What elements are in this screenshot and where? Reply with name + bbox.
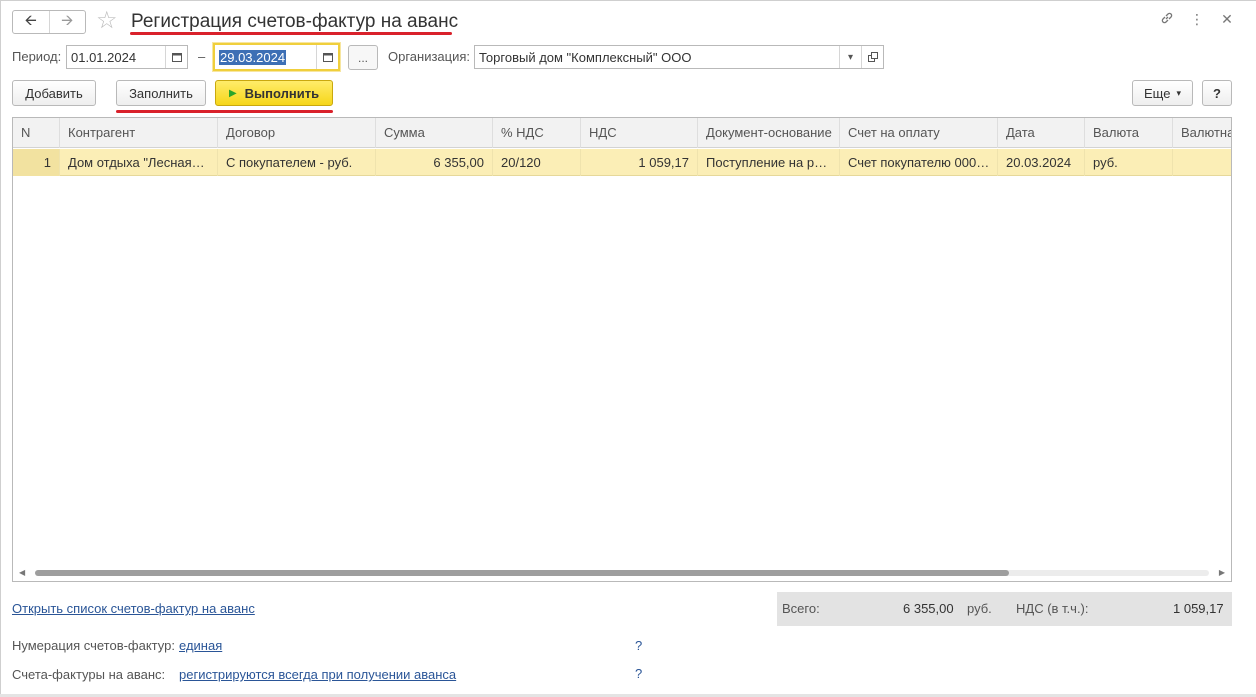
chevron-down-icon: ▾ [1176,87,1181,98]
numbering-label: Нумерация счетов-фактур: [12,638,175,653]
period-dash: – [198,49,206,64]
arrow-left-icon[interactable]: 🡨 [13,11,49,33]
column-header-vat-rate[interactable]: % НДС [493,118,581,148]
run-button-label: Выполнить [244,85,320,101]
help-button[interactable]: ? [1202,80,1232,106]
column-header-date[interactable]: Дата [998,118,1085,148]
cell-sum[interactable]: 6 355,00 [376,149,493,176]
invoices-table[interactable]: N Контрагент Договор Сумма % НДС НДС Док… [12,117,1232,582]
period-to-field[interactable]: 29.03.2024 [213,43,340,71]
column-header-currency-sum[interactable]: Валютна [1173,118,1231,148]
open-icon[interactable] [861,46,883,68]
toolbar-underline [116,110,333,113]
more-button-label: Еще [1144,85,1171,101]
cell-date[interactable]: 20.03.2024 [998,149,1085,176]
period-label: Период: [12,49,62,64]
cell-currency-sum[interactable] [1173,149,1231,176]
totals-panel: Всего: 6 355,00 руб. НДС (в т.ч.): 1 059… [777,592,1232,626]
run-button[interactable]: ▶ Выполнить [215,80,333,106]
numbering-link[interactable]: единая [179,637,222,655]
navigation-buttons: 🡨 🡪 [12,10,86,34]
numbering-help-icon[interactable]: ? [635,637,642,655]
cell-invoice[interactable]: Счет покупателю 000… [840,149,998,176]
open-invoices-list-link[interactable]: Открыть список счетов-фактур на аванс [12,600,255,618]
window-actions: ⋮ ✕ [1160,11,1234,28]
scroll-thumb[interactable] [35,570,1009,576]
cell-n[interactable]: 1 [13,149,60,176]
table-row[interactable]: 1 Дом отдыха "Лесная… С покупателем - ру… [13,149,1231,176]
title-underline [130,32,452,35]
arrow-right-icon[interactable]: 🡪 [48,11,86,33]
calendar-icon[interactable] [165,46,187,68]
more-button[interactable]: Еще ▾ [1132,80,1193,106]
vat-total-value: 1 059,17 [1173,601,1224,616]
column-header-sum[interactable]: Сумма [376,118,493,148]
cell-contract[interactable]: С покупателем - руб. [218,149,376,176]
period-from-value[interactable]: 01.01.2024 [67,50,165,65]
organization-value[interactable]: Торговый дом "Комплексный" ООО [475,50,839,65]
more-vertical-icon[interactable]: ⋮ [1190,11,1204,28]
chevron-down-icon[interactable]: ▾ [839,46,861,68]
fill-button[interactable]: Заполнить [116,80,206,106]
cell-base-doc[interactable]: Поступление на р… [698,149,840,176]
table-header: N Контрагент Договор Сумма % НДС НДС Док… [13,118,1231,148]
scroll-left-icon[interactable]: ◀ [19,565,25,581]
total-label: Всего: [782,601,820,616]
advance-help-icon[interactable]: ? [635,665,642,683]
calendar-icon[interactable] [316,45,338,69]
cell-vat[interactable]: 1 059,17 [581,149,698,176]
column-header-counterparty[interactable]: Контрагент [60,118,218,148]
cell-vat-rate[interactable]: 20/120 [493,149,581,176]
play-icon: ▶ [228,87,237,99]
column-header-invoice[interactable]: Счет на оплату [840,118,998,148]
period-select-button[interactable]: ... [348,45,378,70]
vat-total-label: НДС (в т.ч.): [1016,601,1089,616]
star-icon[interactable]: ☆ [96,7,118,35]
advance-label: Счета-фактуры на аванс: [12,667,166,682]
column-header-base-doc[interactable]: Документ-основание [698,118,840,148]
advance-link[interactable]: регистрируются всегда при получении аван… [179,666,456,684]
organization-field[interactable]: Торговый дом "Комплексный" ООО ▾ [474,45,884,69]
column-header-contract[interactable]: Договор [218,118,376,148]
column-header-n[interactable]: N [13,118,60,148]
total-currency: руб. [967,601,992,616]
period-to-value[interactable]: 29.03.2024 [219,49,287,65]
period-to-value-wrap[interactable]: 29.03.2024 [215,49,316,65]
link-icon[interactable] [1160,11,1174,28]
column-header-vat[interactable]: НДС [581,118,698,148]
scroll-right-icon[interactable]: ▶ [1219,565,1225,581]
cell-counterparty[interactable]: Дом отдыха "Лесная… [60,149,218,176]
page-title: Регистрация счетов-фактур на аванс [131,11,459,32]
total-value: 6 355,00 [903,601,954,616]
column-header-currency[interactable]: Валюта [1085,118,1173,148]
close-icon[interactable]: ✕ [1220,11,1234,28]
period-from-field[interactable]: 01.01.2024 [66,45,188,69]
horizontal-scrollbar[interactable]: ◀ ▶ [13,565,1231,579]
cell-currency[interactable]: руб. [1085,149,1173,176]
add-button[interactable]: Добавить [12,80,96,106]
organization-label: Организация: [388,49,471,64]
